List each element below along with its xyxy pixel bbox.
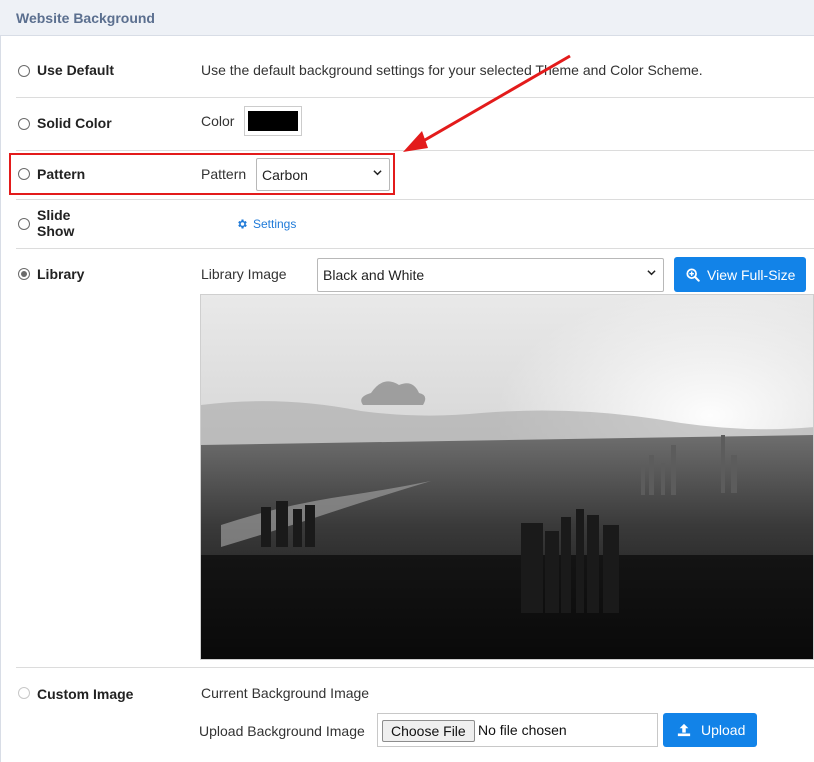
choose-file-button[interactable]: Choose File <box>382 720 475 742</box>
library-image-select[interactable]: Black and White <box>317 258 664 292</box>
use-default-radio[interactable] <box>18 65 30 77</box>
divider <box>16 199 814 200</box>
settings-link-label: Settings <box>253 217 297 231</box>
chevron-down-icon <box>647 270 656 276</box>
color-picker-swatch[interactable] <box>244 106 302 136</box>
library-radio[interactable] <box>18 268 30 280</box>
zoom-in-icon <box>686 267 700 282</box>
solid-color-label: Solid Color <box>37 115 112 131</box>
slide-show-label-line2: Show <box>37 223 75 239</box>
use-default-label: Use Default <box>37 62 115 78</box>
slide-show-radio[interactable] <box>18 218 30 230</box>
divider <box>16 150 814 151</box>
custom-image-label: Custom Image <box>37 686 134 702</box>
library-image-field-label: Library Image <box>201 266 287 282</box>
divider <box>16 248 814 249</box>
divider <box>16 667 814 668</box>
upload-background-image-label: Upload Background Image <box>199 723 365 739</box>
highlight-annotation-box <box>9 153 395 195</box>
file-input[interactable]: Choose File No file chosen <box>377 713 658 747</box>
file-status-text: No file chosen <box>478 722 567 738</box>
library-label: Library <box>37 266 85 282</box>
upload-button[interactable]: Upload <box>663 713 757 747</box>
upload-icon <box>677 723 691 737</box>
divider <box>16 97 814 98</box>
view-full-size-label: View Full-Size <box>707 266 796 283</box>
panel-title: Website Background <box>16 10 155 26</box>
panel-header: Website Background <box>0 0 814 36</box>
panel-left-border <box>0 36 1 762</box>
color-field-label: Color <box>201 113 235 129</box>
use-default-description: Use the default background settings for … <box>201 62 703 78</box>
custom-image-radio[interactable] <box>18 687 30 699</box>
library-image-preview <box>200 294 814 660</box>
library-image-select-value: Black and White <box>323 267 425 283</box>
current-background-image-label: Current Background Image <box>201 685 370 701</box>
slide-show-label-line1: Slide <box>37 207 71 223</box>
solid-color-radio[interactable] <box>18 118 30 130</box>
gear-icon <box>238 219 247 229</box>
cityscape-photo <box>201 295 813 659</box>
color-swatch-fill <box>248 111 298 131</box>
upload-button-label: Upload <box>701 722 746 738</box>
view-full-size-button[interactable]: View Full-Size <box>674 257 806 292</box>
